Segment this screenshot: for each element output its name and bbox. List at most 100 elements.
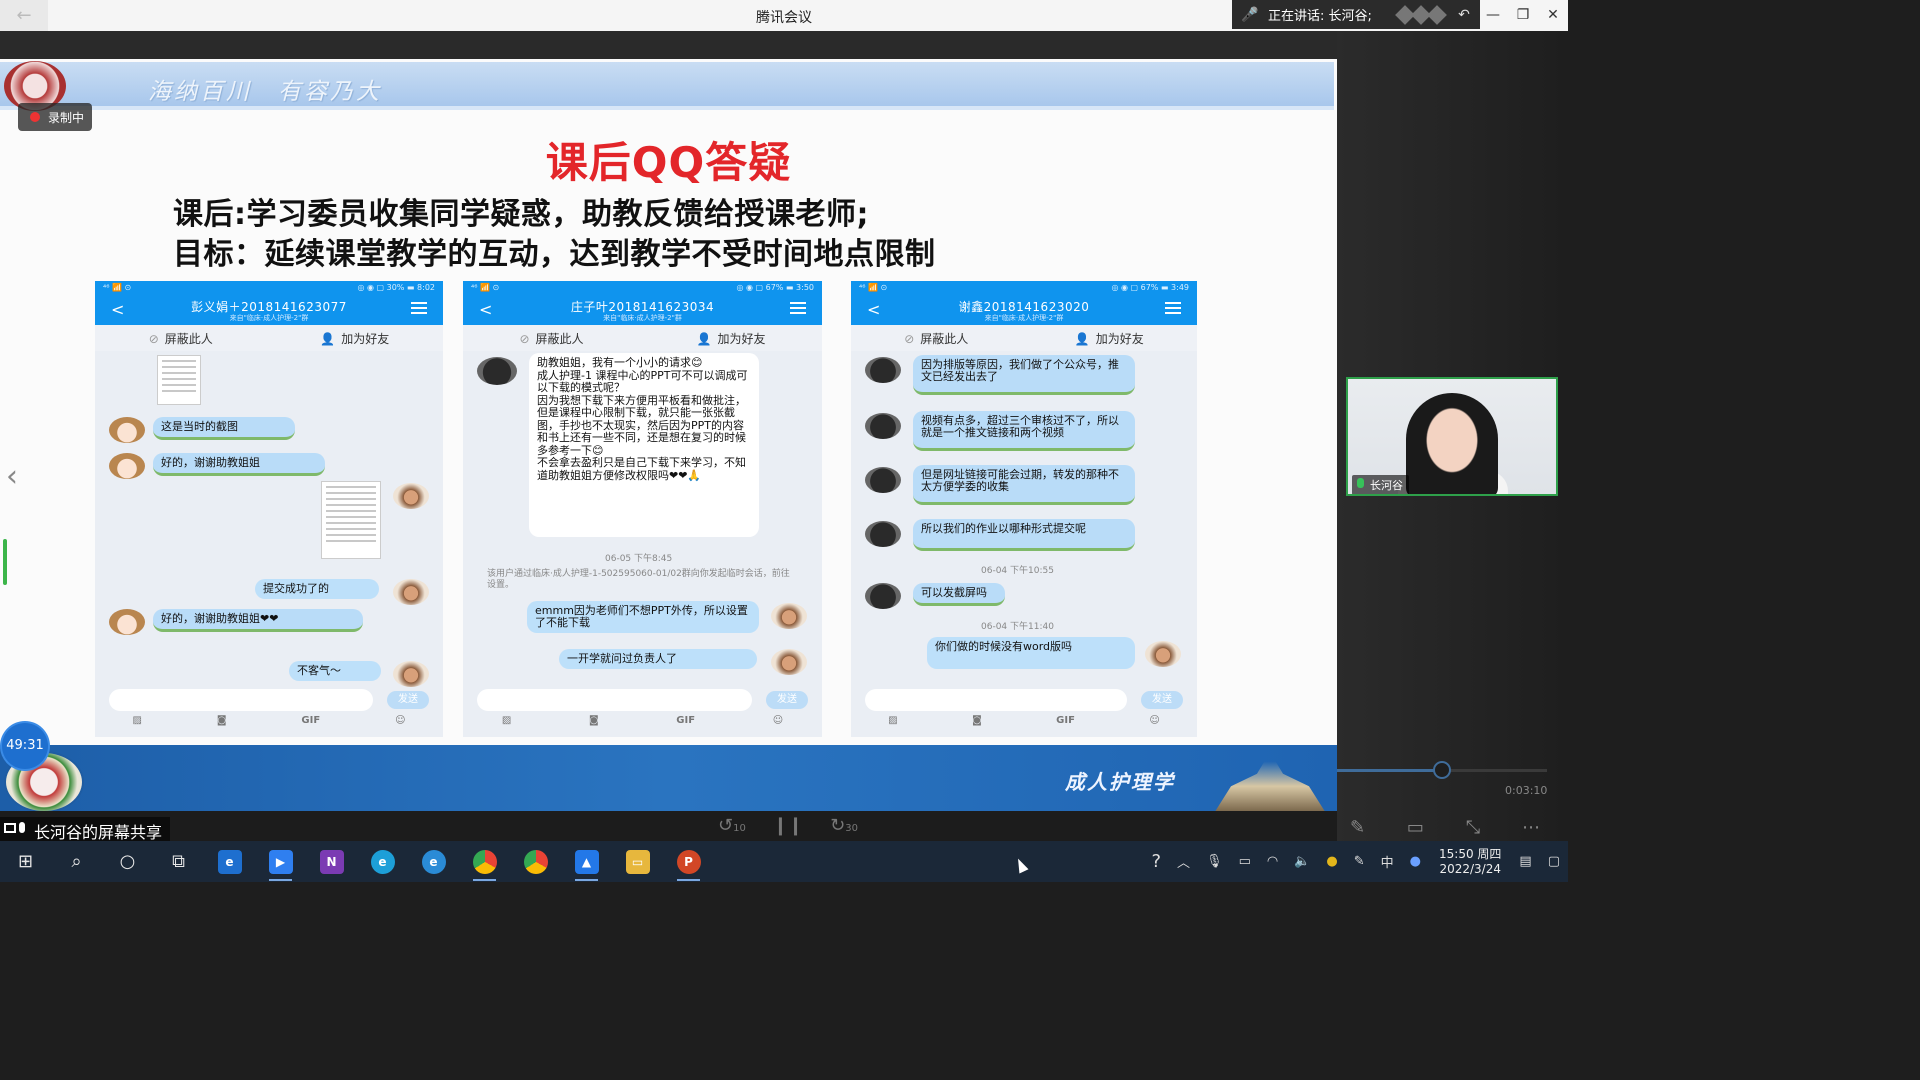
collapse-icon[interactable]: ⤡ xyxy=(1466,817,1480,838)
reply-arrow-icon[interactable]: ↶ xyxy=(1448,7,1480,23)
pen-icon[interactable]: ✎ xyxy=(1350,817,1365,838)
avatar xyxy=(393,579,429,605)
prev-page-arrow-icon[interactable]: ‹ xyxy=(6,459,18,494)
chat-input xyxy=(865,689,1127,711)
message-bubble: 不客气～ xyxy=(289,661,381,681)
help-icon[interactable]: ? xyxy=(1151,851,1161,872)
muted-mic-icon: 🎤 xyxy=(1241,6,1259,23)
message-bubble: 所以我们的作业以哪种形式提交呢 xyxy=(913,519,1135,551)
contact-subtitle: 来自"临床·成人护理-2"群 xyxy=(229,314,309,322)
browser-icon[interactable] xyxy=(459,841,510,882)
message-bubble: 视频有点多，超过三个审核过不了，所以就是一个推文链接和两个视频 xyxy=(913,411,1135,451)
add-friend-action: 👤 加为好友 xyxy=(697,330,766,347)
meeting-app-icon[interactable]: ▲ xyxy=(561,841,612,882)
timestamp: 06-04 下午11:40 xyxy=(981,622,1054,632)
avatar xyxy=(771,649,807,675)
microphone-icon[interactable]: 🎙 xyxy=(1206,854,1223,869)
message-bubble: 好的，谢谢助教姐姐❤❤ xyxy=(153,609,363,632)
avatar xyxy=(865,583,901,609)
clock-time: 15:50 周四 xyxy=(1439,846,1502,861)
camera-icon: ◙ xyxy=(216,715,227,726)
forward-30-button[interactable]: ↻30 xyxy=(830,815,858,836)
close-button[interactable]: ✕ xyxy=(1538,0,1568,31)
chat-screenshot-3: ⁴⁶ 📶 ⊙ ◎ ◉ ▢ 67% ▬ 3:49 < 谢鑫2018141623020… xyxy=(851,281,1197,737)
search-icon[interactable]: ⌕ xyxy=(51,841,102,882)
ime-mode-icon[interactable]: ● xyxy=(1410,854,1421,869)
chat-screenshot-1: ⁴⁶ 📶 ⊙ ◎ ◉ ▢ 30% ▬ 8:02 < 彭义娟＋20181416230… xyxy=(95,281,443,737)
clock[interactable]: 15:50 周四 2022/3/24 xyxy=(1439,847,1501,877)
avatar xyxy=(477,357,517,385)
cortana-icon[interactable]: ○ xyxy=(102,841,153,882)
avatar xyxy=(109,453,145,479)
chat-input xyxy=(109,689,373,711)
gif-icon: GIF xyxy=(301,715,321,726)
chat-header: < 庄子叶2018141623034 来自"临床·成人护理-2"群 xyxy=(463,295,822,325)
ime-indicator[interactable]: 中 xyxy=(1381,852,1394,871)
block-label: 屏蔽此人 xyxy=(920,331,969,346)
seekbar-knob[interactable] xyxy=(1433,761,1451,779)
speaking-label: 正在讲话: 长河谷; xyxy=(1268,9,1372,24)
avatar xyxy=(393,483,429,509)
avatar xyxy=(393,661,429,687)
volume-icon[interactable]: 🔈 xyxy=(1294,854,1310,869)
add-friend-icon: 👤 xyxy=(320,331,336,346)
course-name: 成人护理学 xyxy=(1065,770,1175,794)
send-button: 发送 xyxy=(387,691,429,709)
avatar xyxy=(865,521,901,547)
title-bar: ← 腾讯会议 🎤 正在讲话: 长河谷; ↶ — ❐ ✕ xyxy=(0,0,1568,31)
playback-seekbar[interactable] xyxy=(1337,761,1547,779)
image-thumbnail xyxy=(321,481,381,559)
screen-icon[interactable]: ▭ xyxy=(1407,817,1424,838)
timestamp: 06-04 下午10:55 xyxy=(981,566,1054,576)
minimize-button[interactable]: — xyxy=(1478,0,1508,31)
camera-icon: ◙ xyxy=(588,715,599,726)
start-button[interactable]: ⊞ xyxy=(0,841,51,882)
left-edge-indicator xyxy=(3,539,7,585)
powerpoint-icon[interactable]: P xyxy=(663,841,714,882)
notification-icon[interactable]: ▢ xyxy=(1548,854,1560,869)
message-bubble: 但是网址链接可能会过期，转发的那种不太方便学委的收集 xyxy=(913,465,1135,505)
add-friend-icon: 👤 xyxy=(1074,331,1090,346)
participant-name-tag: 长河谷 xyxy=(1352,475,1409,494)
timestamp: 06-05 下午8:45 xyxy=(605,554,673,564)
avatar xyxy=(771,603,807,629)
pause-button[interactable]: ❙❙ xyxy=(773,815,803,836)
chrome-icon[interactable] xyxy=(510,841,561,882)
chevron-up-icon[interactable]: ︿ xyxy=(1177,852,1190,871)
block-icon: ⊘ xyxy=(904,331,915,346)
participant-video[interactable]: 长河谷 xyxy=(1346,377,1558,496)
onenote-icon[interactable]: N xyxy=(306,841,357,882)
message-bubble: 好的，谢谢助教姐姐 xyxy=(153,453,325,476)
restore-button[interactable]: ❐ xyxy=(1508,0,1538,31)
status-left: ⁴⁶ 📶 ⊙ xyxy=(859,283,888,292)
pen-tray-icon[interactable]: ✎ xyxy=(1354,854,1365,869)
phone-status-bar: ⁴⁶ 📶 ⊙ ◎ ◉ ▢ 30% ▬ 8:02 xyxy=(95,281,443,295)
tencent-meeting-icon[interactable]: ▶ xyxy=(255,841,306,882)
menu-icon xyxy=(790,302,806,314)
task-view-icon[interactable]: ⧉ xyxy=(153,841,204,882)
recording-dot-icon xyxy=(30,112,40,122)
chat-tools: ▨ ◙ GIF ☺ xyxy=(851,715,1197,733)
panel-controls: ✎ ▭ ⤡ ⋯ xyxy=(1350,817,1540,838)
participant-face xyxy=(1406,393,1498,494)
recording-badge[interactable]: 录制中 xyxy=(18,103,93,131)
status-left: ⁴⁶ 📶 ⊙ xyxy=(103,283,132,292)
gif-icon: GIF xyxy=(676,715,696,726)
block-label: 屏蔽此人 xyxy=(535,331,584,346)
battery-icon[interactable]: ▭ xyxy=(1239,854,1251,869)
rewind-10-button[interactable]: ↺10 xyxy=(718,815,746,836)
meeting-timer[interactable]: 49:31 xyxy=(2,723,48,769)
edge-icon[interactable]: e xyxy=(357,841,408,882)
notes-icon[interactable]: ▤ xyxy=(1519,854,1531,869)
internet-explorer-icon[interactable]: e xyxy=(408,841,459,882)
wifi-icon[interactable]: ◠ xyxy=(1267,854,1278,869)
avatar xyxy=(109,609,145,635)
mic-active-icon xyxy=(1357,478,1364,488)
chat-body: 因为排版等原因，我们做了个公众号，推文已经发出去了 视频有点多，超过三个审核过不… xyxy=(851,351,1197,699)
file-explorer-icon[interactable]: ▭ xyxy=(612,841,663,882)
more-icon[interactable]: ⋯ xyxy=(1522,817,1540,838)
chat-body: 助教姐姐，我有一个小小的请求😊 成人护理-1 课程中心的PPT可不可以调成可以下… xyxy=(463,351,822,699)
contact-subtitle: 来自"临床·成人护理-2"群 xyxy=(603,314,682,322)
ie-icon[interactable]: e xyxy=(204,841,255,882)
app-tray-icon[interactable]: ● xyxy=(1326,854,1337,869)
